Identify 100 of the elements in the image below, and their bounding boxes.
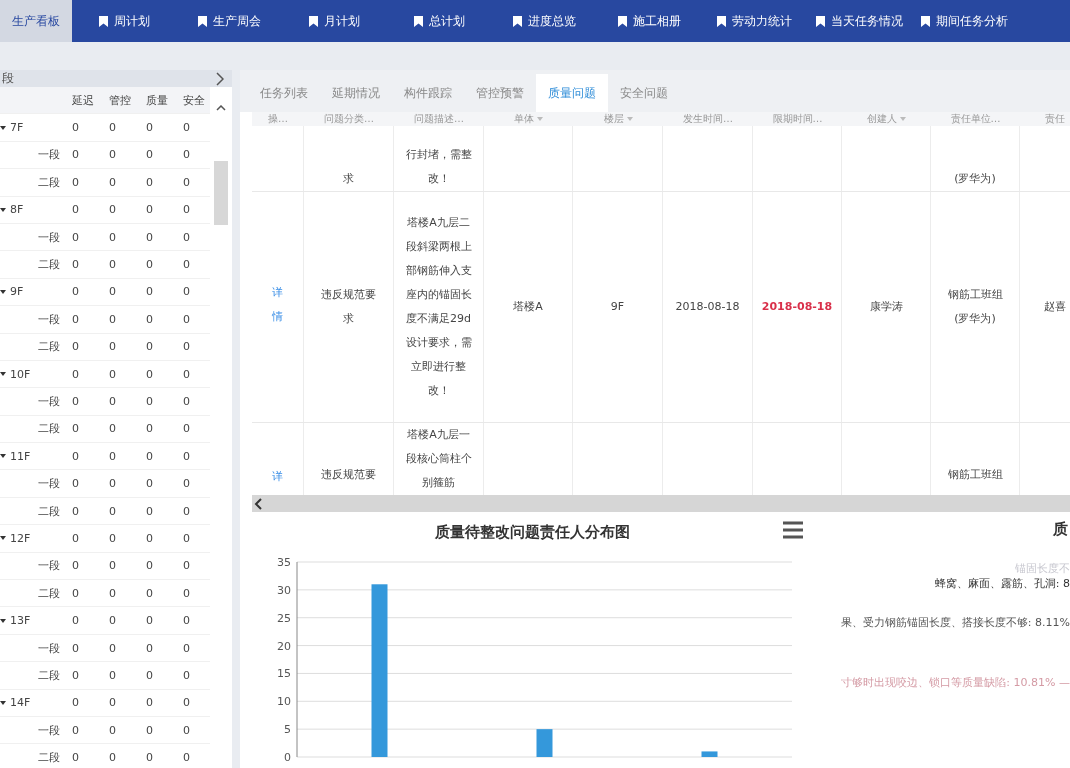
tree-node[interactable]: 13F	[0, 614, 68, 628]
table-cell-text: 0	[182, 723, 191, 737]
tree-node[interactable]: 一段	[0, 229, 68, 245]
table-cell-text: 钢筋工班组	[946, 467, 1004, 483]
table-cell-text: 0	[145, 477, 154, 491]
nav-tab[interactable]: 期间任务分析	[912, 0, 1017, 42]
tree-node[interactable]: 一段	[0, 311, 68, 327]
tab[interactable]: 质量问题	[536, 74, 608, 112]
tree-node[interactable]: 二段	[0, 339, 68, 355]
tree-node[interactable]: 二段	[0, 585, 68, 601]
axis-tick-label: 0	[284, 751, 291, 764]
tree-node[interactable]: 一段	[0, 640, 68, 656]
nav-tab[interactable]: 施工相册	[597, 0, 702, 42]
table-cell-text: 0	[71, 285, 80, 299]
table-cell-text: 0	[145, 723, 154, 737]
nav-tab[interactable]: 总计划	[387, 0, 492, 42]
tree-node[interactable]: 11F	[0, 449, 68, 463]
table-cell-text: 0	[182, 230, 191, 244]
table-cell-text: 0	[108, 121, 117, 135]
table-cell-text: 0	[71, 312, 80, 326]
table-cell-text: 0	[71, 751, 80, 765]
table-cell-text: 0	[71, 477, 80, 491]
tree-node[interactable]: 二段	[0, 750, 68, 766]
nav-tab[interactable]: 进度总览	[492, 0, 597, 42]
tree-node[interactable]: 二段	[0, 421, 68, 437]
table-cell-text: 违反规范要求	[320, 287, 377, 327]
tree-node[interactable]: 一段	[0, 476, 68, 492]
table-cell-text: 塔楼A九层二段斜梁两根上部钢筋伸入支座内的锚固长度不满足29d设计要求，需立即进行整改！	[405, 215, 472, 399]
caret-icon[interactable]	[0, 206, 6, 213]
details-link[interactable]: 详情	[270, 281, 285, 329]
axis-tick-label: 30	[277, 583, 291, 597]
tree-node[interactable]: 二段	[0, 667, 68, 683]
table-cell-text: 0	[71, 586, 80, 600]
nav-tab[interactable]: 生产看板	[0, 0, 72, 42]
caret-icon[interactable]	[0, 617, 6, 624]
table-cell-text: 0	[108, 668, 117, 682]
nav-tab[interactable]: 生产周会	[177, 0, 282, 42]
tree-node[interactable]: 二段	[0, 257, 68, 273]
table-cell-text: 0	[108, 586, 117, 600]
tree-node[interactable]: 10F	[0, 367, 68, 381]
details-link[interactable]: 详	[270, 465, 285, 489]
nav-tab[interactable]: 当天任务情况	[807, 0, 912, 42]
table-cell-text: 0	[108, 641, 117, 655]
table-cell-text: 0	[145, 148, 154, 162]
caret-icon[interactable]	[0, 371, 6, 378]
pie-label: 寸够时出现咬边、锁口等质量缺陷: 10.81% —	[841, 675, 1070, 690]
table-cell-text: 塔楼A	[513, 299, 543, 315]
table-cell-text: 0	[182, 449, 191, 463]
tree-node[interactable]: 9F	[0, 285, 68, 299]
column-header: 安全	[182, 92, 206, 108]
nav-tab[interactable]: 劳动力统计	[702, 0, 807, 42]
axis-tick-label: 5	[284, 723, 291, 737]
tree-node[interactable]: 二段	[0, 503, 68, 519]
bar	[701, 751, 718, 757]
table-cell-text: 0	[108, 696, 117, 710]
horizontal-scrollbar[interactable]	[252, 495, 1070, 512]
table-cell-text: 0	[145, 586, 154, 600]
table-cell-text: 0	[71, 203, 80, 217]
caret-icon[interactable]	[0, 288, 6, 295]
tree-node[interactable]: 一段	[0, 147, 68, 163]
tree-node[interactable]: 一段	[0, 394, 68, 409]
table-cell-text: 0	[108, 559, 117, 573]
table-cell-text: 0	[145, 175, 154, 189]
table-cell-text: 0	[182, 121, 191, 135]
tree-node[interactable]: 二段	[0, 174, 68, 190]
table-cell-text: 0	[145, 614, 154, 628]
table-cell-text: 0	[182, 641, 191, 655]
caret-icon[interactable]	[0, 535, 6, 542]
scrollbar-thumb[interactable]	[214, 161, 228, 225]
axis-tick-label: 25	[277, 611, 291, 625]
table-cell-text: 0	[145, 531, 154, 545]
axis-tick-label: 15	[277, 667, 291, 681]
column-header: 延迟	[71, 92, 95, 108]
table-cell-text: 0	[145, 422, 154, 436]
table-cell-text: 0	[108, 258, 117, 272]
tree-node[interactable]: 一段	[0, 722, 68, 738]
tree-node[interactable]: 14F	[0, 696, 68, 710]
table-cell-text: 0	[71, 258, 80, 272]
nav-tab[interactable]: 周计划	[72, 0, 177, 42]
table-cell-text: 0	[71, 531, 80, 545]
bookmark-icon	[816, 15, 825, 27]
table-cell-text: 0	[145, 203, 154, 217]
table-cell-text: 0	[182, 203, 191, 217]
table-cell-text: 0	[71, 723, 80, 737]
caret-icon[interactable]	[0, 699, 6, 706]
menu-button[interactable]	[782, 520, 804, 542]
tree-node[interactable]: 7F	[0, 121, 68, 135]
scroll-up-icon[interactable]	[216, 105, 226, 111]
tree-node[interactable]: 8F	[0, 203, 68, 217]
axis-tick-label: 10	[277, 695, 291, 709]
table-cell-text: 0	[145, 559, 154, 573]
panel-title: 段	[2, 70, 14, 87]
nav-tab[interactable]: 月计划	[282, 0, 387, 42]
tree-node[interactable]: 一段	[0, 558, 68, 574]
axis-tick-label: 35	[277, 556, 291, 569]
chevron-right-icon[interactable]	[216, 71, 224, 86]
tree-node[interactable]: 12F	[0, 531, 68, 545]
table-cell-text: 0	[145, 258, 154, 272]
caret-icon[interactable]	[0, 124, 6, 131]
caret-icon[interactable]	[0, 453, 6, 460]
